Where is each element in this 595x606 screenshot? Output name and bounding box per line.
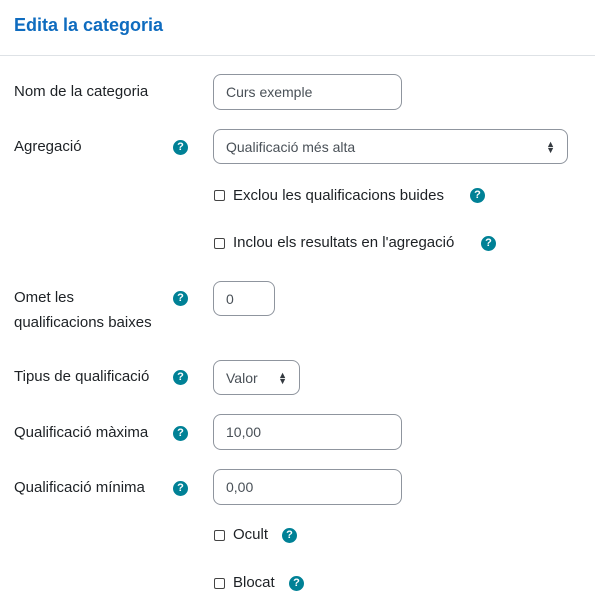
drop-lowest-label-line2: qualificacions baixes xyxy=(14,314,152,331)
include-outcomes-label: Inclou els resultats en l'agregació xyxy=(233,234,455,251)
locked-help-icon[interactable]: ? xyxy=(289,576,304,591)
sort-arrows-icon: ▲ ▼ xyxy=(278,369,287,386)
hidden-checkbox[interactable] xyxy=(214,530,225,541)
page-title: Edita la categoria xyxy=(14,15,164,35)
min-grade-value: 0,00 xyxy=(226,479,254,495)
hidden-label: Ocult xyxy=(233,526,269,543)
drop-lowest-label-line1: Omet les xyxy=(14,289,75,306)
grade-type-label: Tipus de qualificació xyxy=(14,368,150,385)
max-grade-help-icon[interactable]: ? xyxy=(173,426,188,441)
sort-arrows-icon: ▲ ▼ xyxy=(546,138,555,155)
aggregation-label: Agregació xyxy=(14,138,82,155)
max-grade-input[interactable]: 10,00 xyxy=(213,414,402,450)
category-name-input[interactable]: Curs exemple xyxy=(213,74,402,110)
include-outcomes-checkbox[interactable] xyxy=(214,238,225,249)
drop-lowest-input[interactable]: 0 xyxy=(213,281,275,316)
max-grade-label: Qualificació màxima xyxy=(14,424,149,441)
min-grade-input[interactable]: 0,00 xyxy=(213,469,402,505)
aggregation-select[interactable]: Qualificació més alta ▲ ▼ xyxy=(213,129,568,164)
min-grade-help-icon[interactable]: ? xyxy=(173,481,188,496)
grade-type-help-icon[interactable]: ? xyxy=(173,370,188,385)
max-grade-value: 10,00 xyxy=(226,424,262,440)
min-grade-label: Qualificació mínima xyxy=(14,479,145,496)
locked-checkbox[interactable] xyxy=(214,578,225,589)
page-header: Edita la categoria xyxy=(0,0,595,56)
include-outcomes-help-icon[interactable]: ? xyxy=(481,236,496,251)
hidden-help-icon[interactable]: ? xyxy=(282,528,297,543)
category-name-label: Nom de la categoria xyxy=(14,83,149,100)
aggregation-help-icon[interactable]: ? xyxy=(173,140,188,155)
exclude-empty-checkbox[interactable] xyxy=(214,190,225,201)
locked-label: Blocat xyxy=(233,574,275,591)
aggregation-value: Qualificació més alta xyxy=(226,138,356,155)
category-name-placeholder: Curs exemple xyxy=(226,84,313,100)
exclude-empty-help-icon[interactable]: ? xyxy=(470,188,485,203)
grade-type-value: Valor xyxy=(226,369,258,386)
grade-type-select[interactable]: Valor ▲ ▼ xyxy=(213,360,300,395)
drop-lowest-help-icon[interactable]: ? xyxy=(173,291,188,306)
exclude-empty-label: Exclou les qualificacions buides xyxy=(233,187,444,204)
drop-lowest-value: 0 xyxy=(226,290,234,307)
